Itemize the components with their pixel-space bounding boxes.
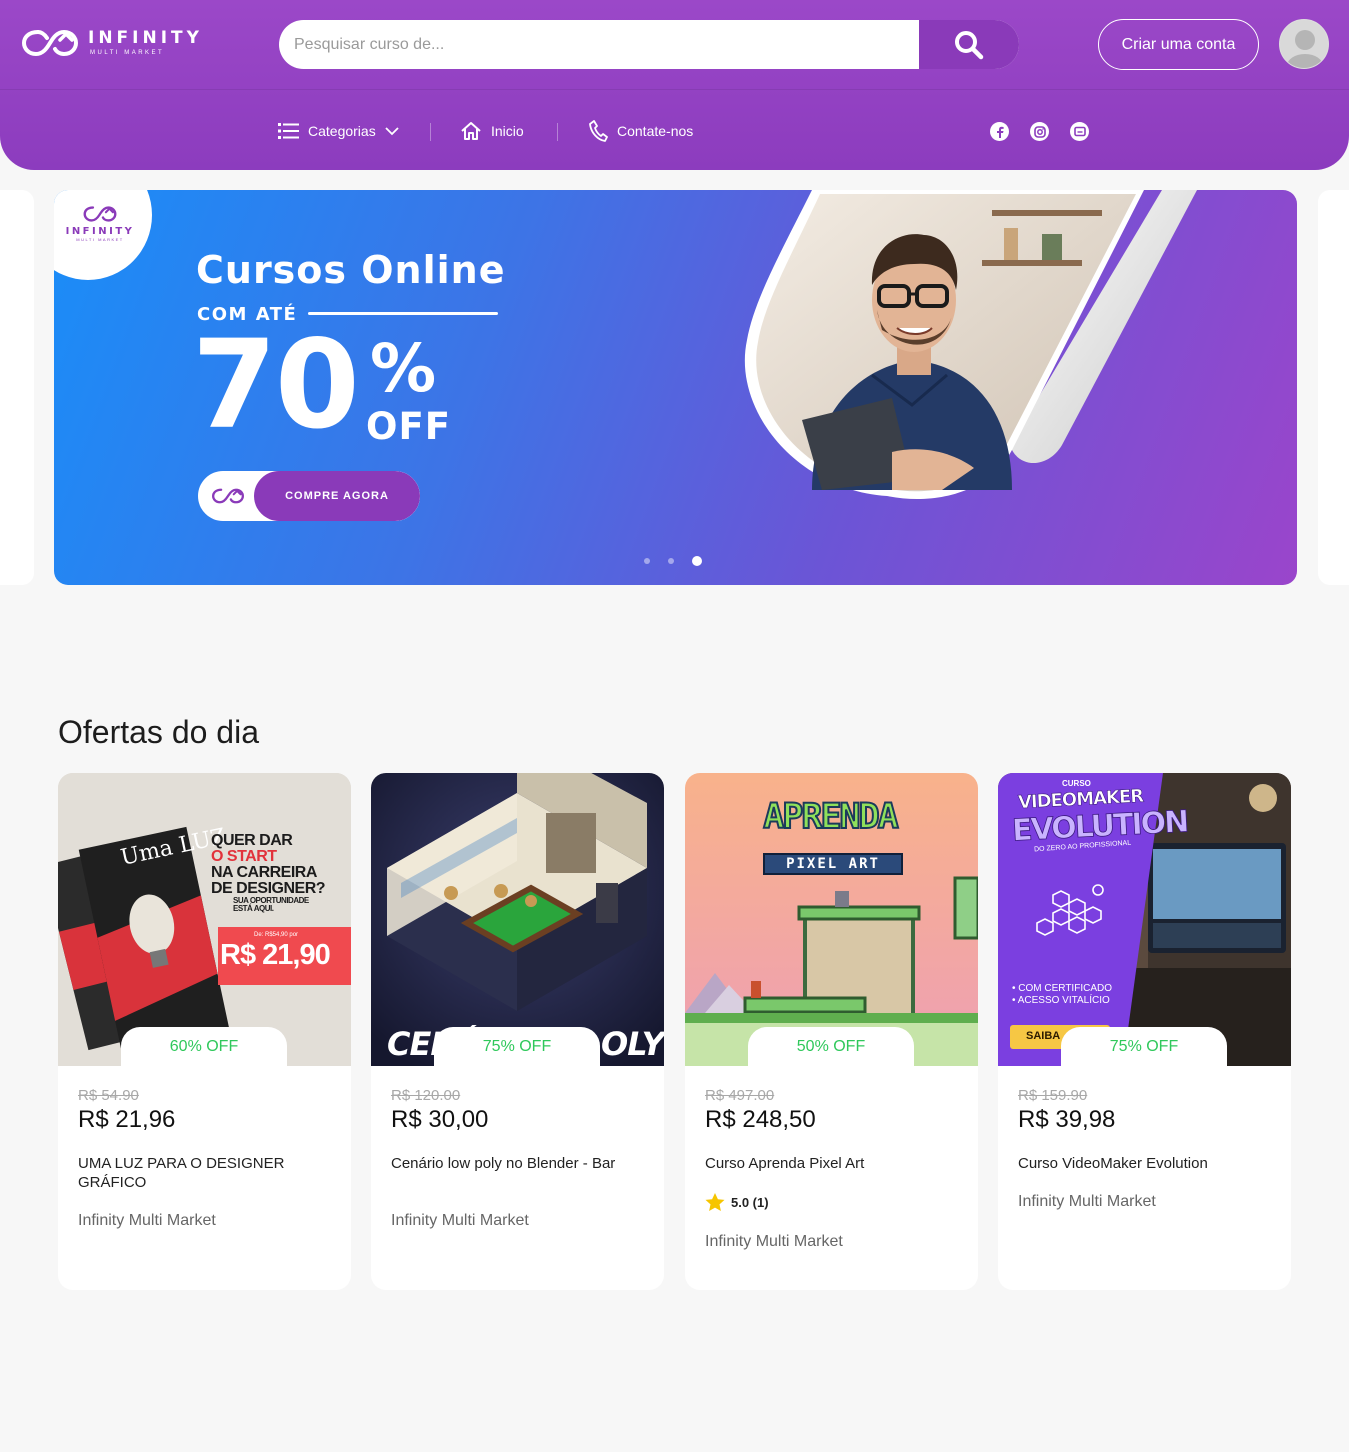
seller-name[interactable]: Infinity Multi Market: [391, 1212, 529, 1230]
buy-now-label: COMPRE AGORA: [254, 471, 420, 521]
main-nav: Categorias Inicio Contate-nos: [0, 116, 1349, 146]
chat-icon: [1073, 126, 1086, 136]
discount-badge: 50% OFF: [748, 1027, 914, 1066]
banner-logo-stamp: INFINITY MULTI MARKET: [54, 190, 152, 280]
product-thumbnail: Uma LUZ QUER DAR O START NA CARREIRA DE …: [58, 773, 351, 1066]
create-account-button[interactable]: Criar uma conta: [1098, 19, 1259, 70]
nav-separator: [557, 123, 558, 141]
infinity-logo-icon: [212, 488, 244, 504]
user-icon: [1280, 20, 1328, 68]
buy-now-button[interactable]: COMPRE AGORA: [198, 471, 420, 521]
search-bar: [279, 20, 1019, 69]
thumb-headline-1: QUER DAR: [211, 832, 293, 849]
thumb-headline-3: NA CARREIRA: [211, 864, 317, 881]
thumb-headline-2: O START: [211, 848, 277, 865]
carousel-next-slide-peek[interactable]: [1318, 190, 1349, 585]
product-title[interactable]: Curso Aprenda Pixel Art: [705, 1154, 960, 1173]
thumb-bullet-1: • COM CERTIFICADO: [1012, 983, 1112, 994]
chat-link[interactable]: [1070, 122, 1089, 141]
old-price: R$ 120.00: [391, 1087, 461, 1104]
product-card[interactable]: APRENDA PIXEL ART 50% OFF R$ 497.00 R$ 2…: [685, 773, 978, 1290]
offers-section-title: Ofertas do dia: [58, 714, 259, 750]
infinity-logo-icon: [83, 206, 117, 222]
current-price: R$ 21,96: [78, 1106, 176, 1133]
nav-categories[interactable]: Categorias: [278, 116, 399, 146]
chevron-down-icon: [385, 127, 399, 136]
banner-title: Cursos Online: [196, 248, 506, 292]
designer-course-art: [58, 773, 351, 1066]
product-thumbnail: CENÁ OLY 75% OFF: [371, 773, 664, 1066]
search-input[interactable]: [279, 20, 919, 69]
home-icon: [461, 122, 481, 140]
nav-home[interactable]: Inicio: [460, 116, 524, 146]
thumb-sub-2: ESTÁ AQUI.: [233, 904, 274, 913]
carousel-dot[interactable]: [644, 558, 650, 564]
brand-logo[interactable]: INFINITY MULTI MARKET: [22, 26, 203, 60]
old-price: R$ 54.90: [78, 1087, 139, 1104]
nav-contact[interactable]: Contate-nos: [588, 116, 693, 146]
product-card[interactable]: CENÁ OLY 75% OFF R$ 120.00 R$ 30,00 Cená…: [371, 773, 664, 1290]
carousel-dot[interactable]: [668, 558, 674, 564]
list-icon: [278, 123, 299, 139]
banner-discount-number: 70: [192, 314, 360, 456]
discount-badge: 75% OFF: [434, 1027, 600, 1066]
infinity-logo-icon: [22, 29, 78, 57]
search-icon: [955, 30, 984, 59]
instagram-icon: [1033, 125, 1046, 138]
nav-categories-label: Categorias: [308, 123, 376, 139]
user-avatar[interactable]: [1279, 19, 1329, 69]
product-title[interactable]: Curso VideoMaker Evolution: [1018, 1154, 1273, 1173]
brand-subtitle: MULTI MARKET: [90, 50, 165, 56]
low-poly-bar-art: [371, 773, 664, 1066]
stamp-brand-sub: MULTI MARKET: [76, 237, 124, 242]
seller-name[interactable]: Infinity Multi Market: [705, 1233, 843, 1251]
seller-name[interactable]: Infinity Multi Market: [1018, 1193, 1156, 1211]
search-button[interactable]: [919, 20, 1019, 69]
stamp-brand: INFINITY: [65, 226, 135, 237]
star-icon: [705, 1193, 725, 1211]
old-price: R$ 497.00: [705, 1087, 775, 1104]
thumb-promo-from: De: R$54,90 por: [254, 932, 299, 938]
carousel-prev-slide-peek[interactable]: [0, 190, 34, 585]
facebook-icon: [996, 126, 1004, 138]
product-title[interactable]: Cenário low poly no Blender - Bar: [391, 1154, 646, 1173]
banner-photo-man-laptop: [744, 190, 1197, 500]
phone-icon: [589, 120, 608, 142]
banner-discount-percent: %: [370, 330, 437, 407]
nav-contact-label: Contate-nos: [617, 123, 694, 139]
header-divider: [0, 89, 1349, 90]
nav-home-label: Inicio: [491, 123, 524, 139]
thumb-title: APRENDA: [762, 796, 900, 838]
promo-banner[interactable]: INFINITY MULTI MARKET Cursos Online COM …: [54, 190, 1297, 585]
top-header: INFINITY MULTI MARKET Criar uma conta: [0, 0, 1349, 170]
thumb-kicker: CURSO: [1062, 779, 1091, 788]
discount-badge: 75% OFF: [1061, 1027, 1227, 1066]
product-rating: 5.0 (1): [705, 1193, 769, 1212]
thumb-right-text: OLY: [601, 1025, 664, 1063]
thumb-promo-price: R$ 21,90: [220, 939, 331, 971]
product-title[interactable]: UMA LUZ PARA O DESIGNER GRÁFICO: [78, 1154, 333, 1192]
banner-discount-off: OFF: [366, 405, 452, 448]
carousel-dot-active[interactable]: [692, 556, 702, 566]
current-price: R$ 30,00: [391, 1106, 489, 1133]
nav-separator: [430, 123, 431, 141]
rating-value: 5.0 (1): [731, 1195, 769, 1210]
carousel-dots: [644, 556, 702, 566]
discount-badge: 60% OFF: [121, 1027, 287, 1066]
seller-name[interactable]: Infinity Multi Market: [78, 1212, 216, 1230]
instagram-link[interactable]: [1030, 122, 1049, 141]
thumb-bullet-2: • ACESSO VITALÍCIO: [1012, 995, 1110, 1006]
product-thumbnail: CURSO VIDEOMAKER EVOLUTION DO ZERO AO PR…: [998, 773, 1291, 1066]
old-price: R$ 159.90: [1018, 1087, 1088, 1104]
facebook-link[interactable]: [990, 122, 1009, 141]
product-thumbnail: APRENDA PIXEL ART 50% OFF: [685, 773, 978, 1066]
thumb-headline-4: DE DESIGNER?: [211, 880, 326, 897]
brand-name: INFINITY: [88, 28, 203, 48]
product-card[interactable]: CURSO VIDEOMAKER EVOLUTION DO ZERO AO PR…: [998, 773, 1291, 1290]
thumb-button: SAIBA: [1026, 1030, 1061, 1042]
current-price: R$ 39,98: [1018, 1106, 1116, 1133]
product-card[interactable]: Uma LUZ QUER DAR O START NA CARREIRA DE …: [58, 773, 351, 1290]
thumb-subtitle: PIXEL ART: [763, 853, 903, 875]
current-price: R$ 248,50: [705, 1106, 816, 1133]
